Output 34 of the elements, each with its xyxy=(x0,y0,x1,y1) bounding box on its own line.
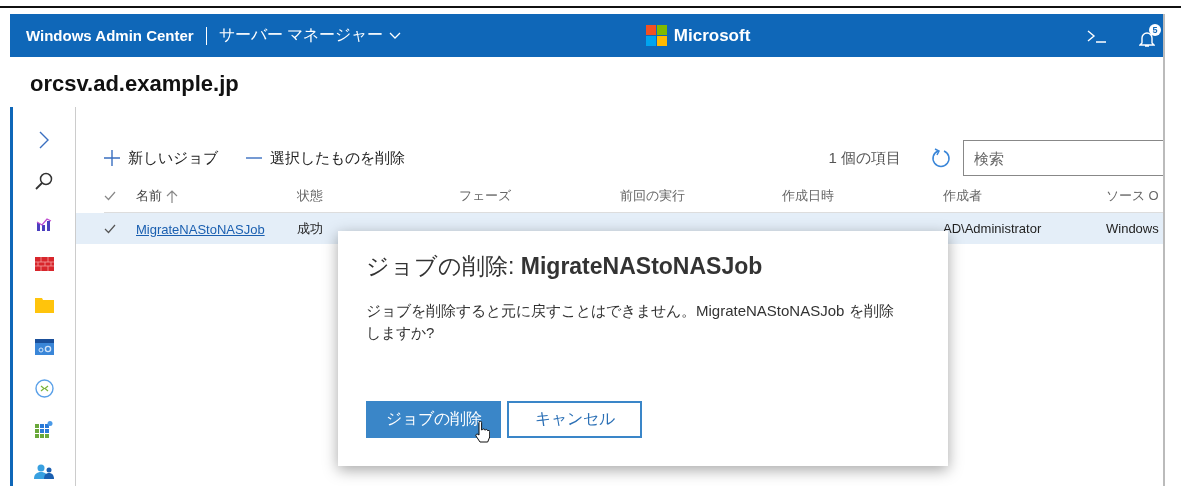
column-header[interactable]: 前回の実行 xyxy=(620,187,782,205)
plus-icon xyxy=(104,150,120,166)
column-header[interactable]: 作成日時 xyxy=(782,187,943,205)
terminal-button[interactable] xyxy=(1087,28,1107,43)
table-cell-text: 成功 xyxy=(297,219,324,238)
item-count: 1 個の項目 xyxy=(828,148,901,168)
delete-selected-button[interactable]: 選択したものを削除 xyxy=(246,148,405,168)
minus-icon xyxy=(246,157,262,159)
app-title: Windows Admin Center xyxy=(26,27,194,44)
column-header[interactable]: 状態 xyxy=(297,187,459,205)
cancel-button[interactable]: キャンセル xyxy=(507,401,642,438)
dialog-title: ジョブの削除: MigrateNAStoNASJob xyxy=(366,252,764,281)
chevron-down-icon xyxy=(389,31,402,40)
notification-button[interactable]: 5 xyxy=(1139,23,1161,48)
tool-menu[interactable]: サーバー マネージャー xyxy=(218,25,402,46)
dialog-message: ジョブを削除すると元に戻すことはできません。MigrateNAStoNASJob を削除しますか? xyxy=(366,301,895,343)
table-cell-text: AD\Administrator xyxy=(943,221,1043,236)
new-job-button[interactable]: 新しいジョブ xyxy=(104,148,218,168)
delete-job-button[interactable]: ジョブの削除 xyxy=(366,401,501,438)
table-cell-text: Windows xyxy=(1106,221,1160,236)
job-link[interactable]: MigrateNAStoNASJob xyxy=(136,221,265,237)
logo-icon xyxy=(645,24,668,47)
column-header[interactable]: フェーズ xyxy=(459,187,620,205)
server-name: orcsv.ad.example.jp xyxy=(29,70,240,98)
sort-up-icon xyxy=(166,189,178,203)
refresh-button[interactable] xyxy=(931,148,951,168)
column-header[interactable]: ソース O xyxy=(1106,187,1163,205)
column-header[interactable]: 名前 xyxy=(136,187,297,205)
notification-badge: 5 xyxy=(1149,23,1161,36)
search-field[interactable]: 検索 xyxy=(963,140,1163,176)
column-header[interactable]: 作成者 xyxy=(943,187,1106,205)
row-check-icon xyxy=(104,223,116,234)
logo-text: Microsoft xyxy=(673,25,751,46)
select-all-check-icon[interactable] xyxy=(104,191,116,201)
